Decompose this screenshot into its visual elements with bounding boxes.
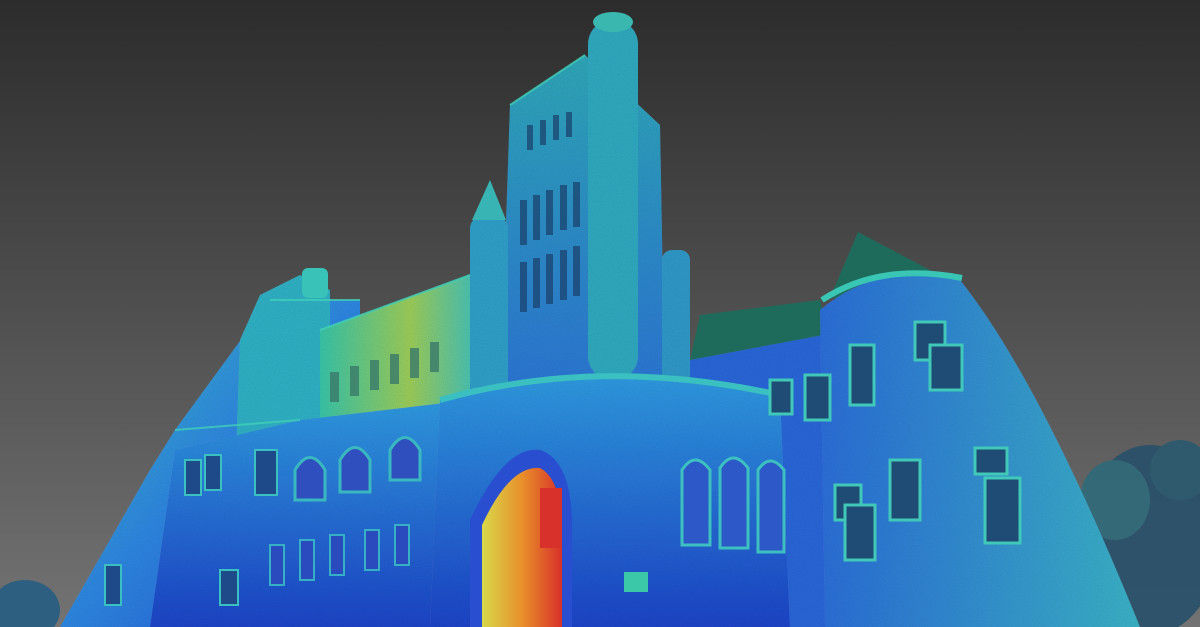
building-scan-image: [0, 0, 1200, 627]
bastion-plaque: [624, 572, 648, 592]
tower-round-turret: [588, 20, 638, 380]
bastion-windows: [680, 456, 786, 554]
point-cloud-scene: [0, 0, 1200, 627]
